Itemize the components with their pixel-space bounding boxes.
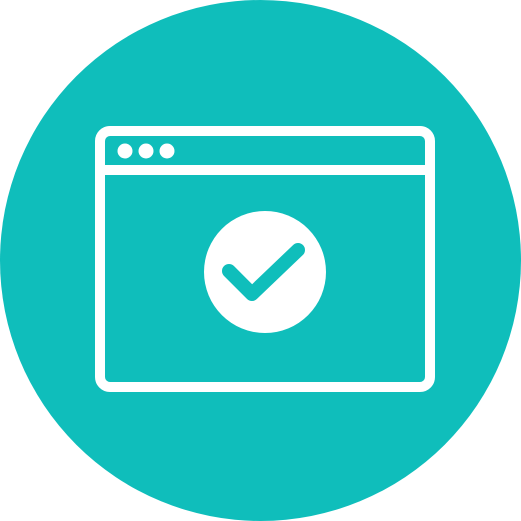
browser-window-check-icon	[0, 0, 521, 521]
window-dot-1	[117, 143, 133, 159]
window-dot-3	[159, 143, 175, 159]
icon-canvas	[0, 0, 521, 521]
window-dot-2	[138, 143, 154, 159]
